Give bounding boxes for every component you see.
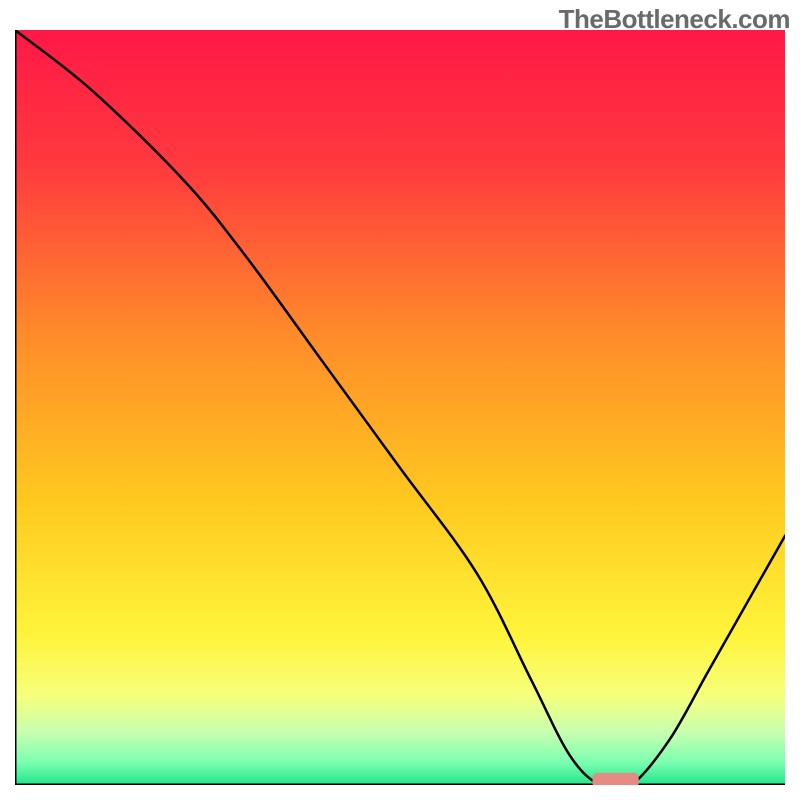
plot-area (15, 30, 785, 785)
gradient-rect (15, 30, 785, 785)
optimal-range-marker (593, 773, 639, 785)
chart-stage: TheBottleneck.com (0, 0, 800, 800)
plot-svg (15, 30, 785, 785)
